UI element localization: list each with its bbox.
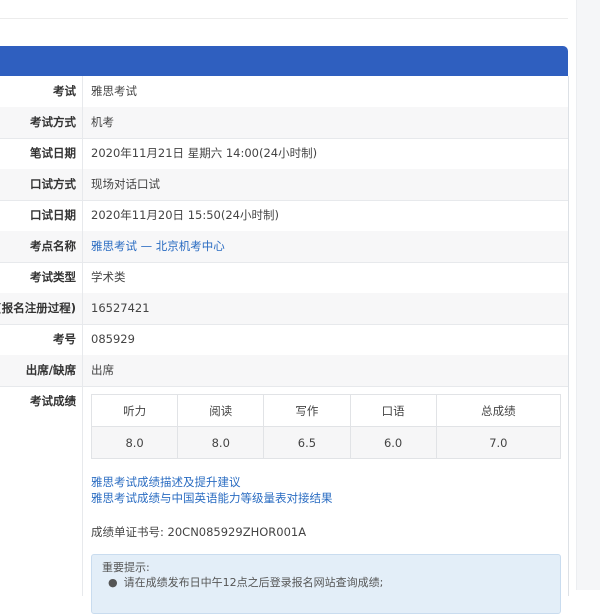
row-label: 考试方式 [30, 115, 76, 129]
bullet-icon: ● [108, 576, 118, 589]
scores-area: 听力 阅读 写作 口语 总成绩 8.0 8.0 6.5 6.0 7.0 雅思考试… [82, 386, 569, 614]
exam-details-panel: 考试 雅思考试 考试方式 机考 笔试日期 2020年11月21日 星期六 14:… [0, 76, 569, 614]
certificate-number: 成绩单证书号: 20CN085929ZHOR001A [91, 525, 307, 539]
row-value: 现场对话口试 [82, 169, 568, 200]
row-label: 口试方式 [30, 177, 76, 191]
row-value: 085929 [82, 324, 568, 355]
row-value: 雅思考试 [82, 76, 568, 107]
row-value: 2020年11月20日 15:50(24小时制) [82, 200, 568, 231]
notice-item: 请在成绩发布日中午12点之后登录报名网站查询成绩; [123, 576, 384, 589]
row-label: 笔试日期 [30, 146, 76, 160]
row-value: 2020年11月21日 星期六 14:00(24小时制) [82, 138, 568, 169]
panel-header [0, 46, 568, 76]
top-bar [0, 0, 568, 19]
score-reading: 8.0 [177, 426, 265, 459]
row-value: 机考 [82, 107, 568, 138]
row-label: 考试成绩 [30, 394, 76, 408]
detail-row-written-date: 笔试日期 2020年11月21日 星期六 14:00(24小时制) [0, 138, 568, 170]
scores-value-row: 8.0 8.0 6.5 6.0 7.0 [90, 426, 562, 459]
score-cse-alignment-link[interactable]: 雅思考试成绩与中国英语能力等级量表对接结果 [91, 490, 333, 506]
row-label: 考号 [53, 332, 76, 346]
scores-table: 听力 阅读 写作 口语 总成绩 8.0 8.0 6.5 6.0 7.0 [90, 394, 562, 459]
row-value: 16527421 [82, 293, 568, 324]
detail-row-speaking-date: 口试日期 2020年11月20日 15:50(24小时制) [0, 200, 568, 232]
detail-row-exam-mode: 考试方式 机考 [0, 107, 568, 139]
important-notice: 重要提示: ● 请在成绩发布日中午12点之后登录报名网站查询成绩; [91, 554, 561, 614]
score-speaking: 6.0 [349, 426, 437, 459]
row-label: (报名注册过程) [0, 301, 76, 315]
score-header-speaking: 口语 [349, 394, 437, 427]
detail-row-registration-id: (报名注册过程) 16527421 [0, 293, 568, 325]
test-centre-link[interactable]: 雅思考试 — 北京机考中心 [82, 231, 568, 262]
row-label: 口试日期 [30, 208, 76, 222]
row-label: 考试 [53, 84, 76, 98]
score-header-writing: 写作 [263, 394, 351, 427]
score-listening: 8.0 [90, 426, 179, 459]
score-header-overall: 总成绩 [435, 394, 562, 427]
score-overall: 7.0 [435, 426, 562, 459]
notice-title: 重要提示: [102, 561, 150, 574]
row-value: 出席 [82, 355, 568, 386]
score-header-reading: 阅读 [177, 394, 265, 427]
scores-header-row: 听力 阅读 写作 口语 总成绩 [90, 394, 562, 427]
right-scroll-gutter [576, 0, 600, 590]
detail-row-exam-type: 考试类型 学术类 [0, 262, 568, 294]
row-label: 考点名称 [30, 239, 76, 253]
detail-row-exam: 考试 雅思考试 [0, 76, 568, 108]
score-description-link[interactable]: 雅思考试成绩描述及提升建议 [91, 474, 333, 490]
detail-row-scores: 考试成绩 听力 阅读 写作 口语 总成绩 8.0 8.0 6.5 6.0 7.0 [0, 386, 569, 614]
score-header-listening: 听力 [90, 394, 179, 427]
detail-row-candidate-number: 考号 085929 [0, 324, 568, 356]
row-label: 出席/缺席 [25, 363, 76, 377]
row-label: 考试类型 [30, 270, 76, 284]
detail-row-speaking-mode: 口试方式 现场对话口试 [0, 169, 568, 201]
score-links: 雅思考试成绩描述及提升建议 雅思考试成绩与中国英语能力等级量表对接结果 [91, 474, 333, 506]
detail-row-test-centre: 考点名称 雅思考试 — 北京机考中心 [0, 231, 568, 263]
score-writing: 6.5 [263, 426, 351, 459]
detail-row-attendance: 出席/缺席 出席 [0, 355, 568, 387]
row-value: 学术类 [82, 262, 568, 293]
